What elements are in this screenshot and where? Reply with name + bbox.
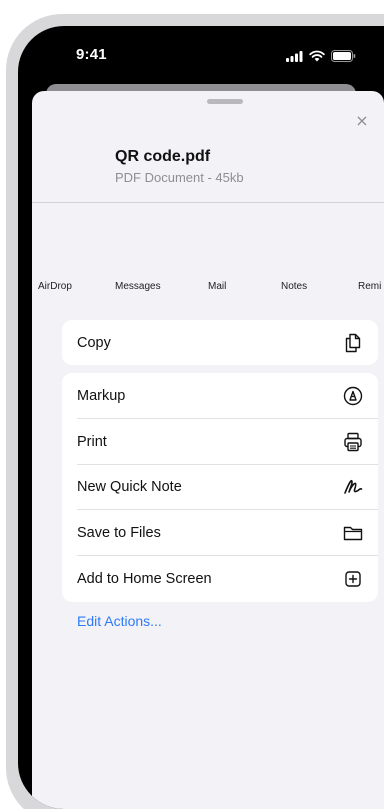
wifi-icon	[309, 50, 325, 62]
print-label: Print	[77, 433, 107, 450]
markup-icon	[343, 386, 363, 406]
status-time: 9:41	[76, 46, 107, 63]
document-subtitle: PDF Document - 45kb	[115, 170, 244, 185]
quick-note-label: New Quick Note	[77, 479, 182, 496]
copy-icon	[345, 333, 361, 352]
device-frame: 9:41 × QR code.pdf PDF Document - 45kb A…	[0, 0, 384, 809]
battery-icon	[331, 50, 356, 62]
quick-note-row[interactable]: New Quick Note	[62, 465, 378, 511]
close-button[interactable]: ×	[352, 111, 372, 131]
copy-row[interactable]: Copy	[62, 320, 378, 365]
print-row[interactable]: Print	[62, 419, 378, 465]
save-to-files-row[interactable]: Save to Files	[62, 510, 378, 557]
print-icon	[344, 432, 362, 451]
share-app-row: AirDrop Messages Mail Notes Remi	[32, 281, 384, 301]
folder-icon	[343, 527, 363, 541]
app-notes[interactable]: Notes	[281, 281, 307, 292]
add-to-home-label: Add to Home Screen	[77, 571, 212, 588]
app-airdrop[interactable]: AirDrop	[38, 281, 72, 292]
status-icons	[286, 49, 356, 63]
sheet-grabber[interactable]	[207, 99, 243, 104]
copy-label: Copy	[77, 334, 111, 351]
signal-icon	[286, 50, 303, 62]
app-reminders[interactable]: Remi	[358, 281, 381, 292]
save-to-files-label: Save to Files	[77, 525, 161, 542]
phone-screen: 9:41 × QR code.pdf PDF Document - 45kb A…	[18, 26, 384, 809]
document-title: QR code.pdf	[115, 148, 211, 165]
share-sheet: × QR code.pdf PDF Document - 45kb AirDro…	[32, 91, 384, 809]
add-square-icon	[345, 571, 361, 587]
markup-label: Markup	[77, 387, 126, 404]
markup-row[interactable]: Markup	[62, 373, 378, 419]
actions-group: Markup Print New Quick Note Save to File…	[62, 373, 378, 602]
header-divider	[32, 202, 384, 203]
copy-group: Copy	[62, 320, 378, 365]
quick-note-icon	[344, 480, 363, 495]
app-messages[interactable]: Messages	[115, 281, 161, 292]
add-to-home-row[interactable]: Add to Home Screen	[62, 556, 378, 602]
app-mail[interactable]: Mail	[208, 281, 226, 292]
status-bar: 9:41	[18, 26, 384, 90]
edit-actions-link[interactable]: Edit Actions...	[77, 613, 162, 629]
